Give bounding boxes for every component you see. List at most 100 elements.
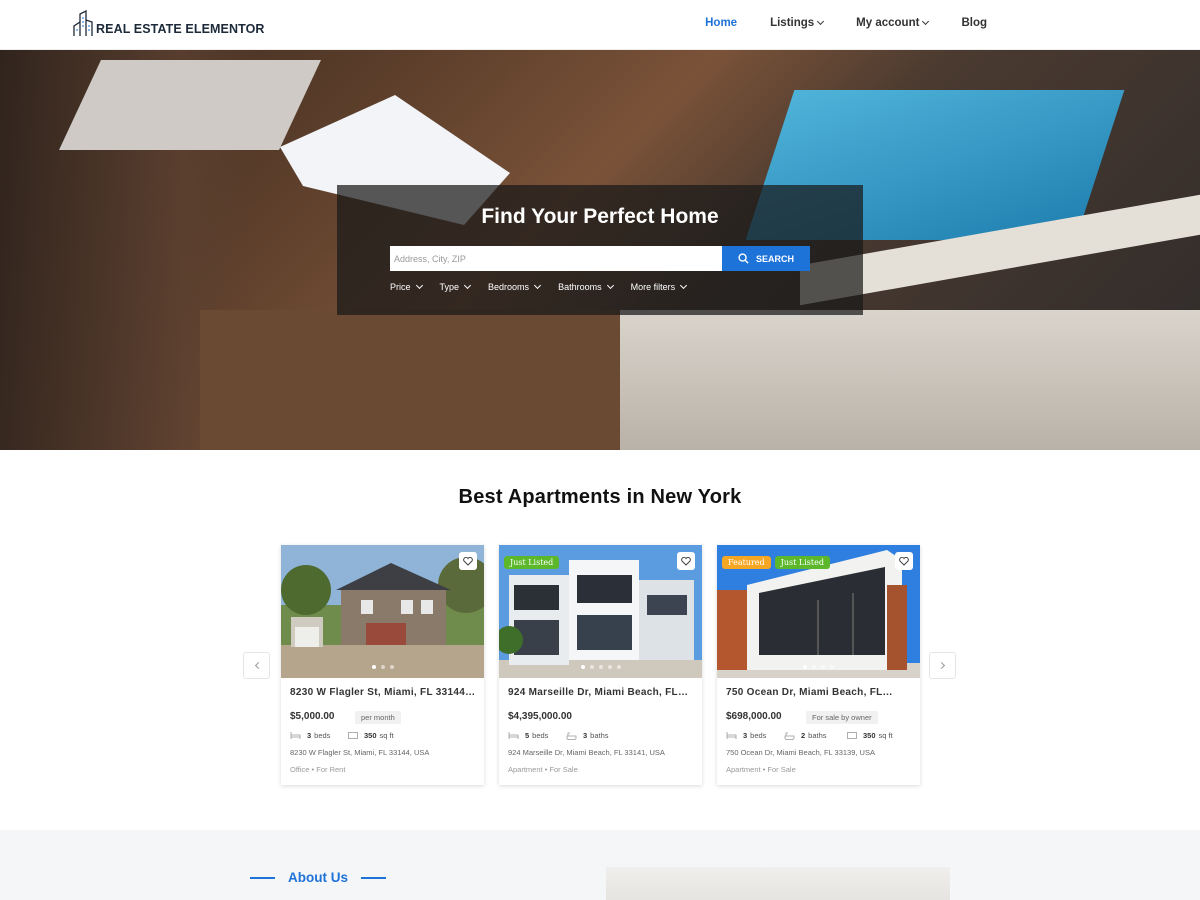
- listing-address: 924 Marseille Dr, Miami Beach, FL 33141,…: [508, 748, 665, 757]
- search-filters: Price Type Bedrooms Bathrooms More filte…: [390, 281, 704, 292]
- nav-home-label: Home: [705, 17, 738, 29]
- nav-my-account-label: My account: [856, 17, 920, 29]
- baths-count: 2: [801, 731, 806, 740]
- listing-photo[interactable]: Just Listed: [499, 545, 702, 678]
- house-photo: [281, 545, 484, 678]
- bed-icon: [726, 732, 737, 739]
- search-placeholder: Address, City, ZIP: [394, 253, 466, 264]
- bath-icon: [566, 732, 577, 740]
- photo-dot[interactable]: [380, 665, 385, 669]
- filter-type-label: Type: [439, 282, 460, 292]
- chevron-left-icon: [254, 661, 262, 670]
- nav-blog[interactable]: Blog: [961, 17, 987, 29]
- favorite-button[interactable]: [895, 552, 913, 570]
- listing-card[interactable]: 8230 W Flagler St, Miami, FL 33144… $5,0…: [281, 545, 484, 785]
- logo-text: REAL ESTATE ELEMENTOR: [96, 22, 265, 36]
- hero-title: Find Your Perfect Home: [481, 205, 719, 228]
- bed-icon: [290, 732, 301, 739]
- search-button[interactable]: SEARCH: [722, 246, 810, 271]
- decorative-line: [250, 876, 275, 879]
- search-button-label: SEARCH: [755, 253, 794, 264]
- chevron-down-icon: [606, 281, 614, 290]
- chevron-down-icon: [817, 17, 825, 26]
- hero-bg-awning: [59, 60, 321, 150]
- listing-title[interactable]: 750 Ocean Dr, Miami Beach, FL…: [726, 687, 916, 698]
- beds-label: beds: [750, 731, 767, 740]
- beds-info: 3 beds: [290, 731, 330, 740]
- listing-card[interactable]: Featured Just Listed 750 Ocean Dr, Miami…: [717, 545, 920, 785]
- search-input[interactable]: Address, City, ZIP: [390, 246, 722, 271]
- listing-photo[interactable]: [281, 545, 484, 678]
- listing-address: 750 Ocean Dr, Miami Beach, FL 33139, USA: [726, 748, 875, 757]
- hero-bg-deck: [200, 310, 650, 450]
- about-label: About Us: [288, 870, 348, 885]
- price-tag: For sale by owner: [806, 711, 878, 724]
- area-value: 350: [863, 731, 876, 740]
- filter-bathrooms[interactable]: Bathrooms: [558, 281, 614, 292]
- photo-dot[interactable]: [616, 665, 621, 669]
- area-label: sq ft: [878, 731, 893, 740]
- photo-dot[interactable]: [821, 665, 825, 669]
- photo-dot[interactable]: [803, 665, 807, 669]
- filter-price[interactable]: Price: [390, 281, 423, 292]
- photo-dots: [499, 665, 702, 669]
- area-value: 350: [364, 731, 377, 740]
- beds-label: beds: [314, 731, 331, 740]
- favorite-button[interactable]: [459, 552, 477, 570]
- nav-listings[interactable]: Listings: [770, 17, 825, 29]
- baths-label: baths: [808, 731, 827, 740]
- beds-info: 5 beds: [508, 731, 548, 740]
- favorite-button[interactable]: [677, 552, 695, 570]
- nav-home[interactable]: Home: [705, 17, 737, 29]
- chevron-down-icon: [680, 281, 688, 290]
- filter-type[interactable]: Type: [439, 281, 472, 292]
- photo-dot[interactable]: [389, 665, 394, 669]
- about-section: About Us: [0, 830, 1200, 900]
- site-logo[interactable]: REAL ESTATE ELEMENTOR: [72, 10, 265, 36]
- area-label: sq ft: [379, 731, 394, 740]
- photo-dot[interactable]: [830, 665, 834, 669]
- filter-more[interactable]: More filters: [631, 281, 688, 292]
- listing-card[interactable]: Just Listed 924 Marseille Dr, Miami Beac…: [499, 545, 702, 785]
- nav-my-account[interactable]: My account: [856, 17, 930, 29]
- filter-bedrooms[interactable]: Bedrooms: [488, 281, 542, 292]
- baths-count: 3: [583, 731, 588, 740]
- search-panel: Find Your Perfect Home Address, City, ZI…: [337, 185, 863, 315]
- heart-icon: [899, 556, 909, 566]
- listing-price: $698,000.00: [726, 711, 782, 722]
- photo-dot[interactable]: [371, 665, 376, 669]
- listing-title[interactable]: 924 Marseille Dr, Miami Beach, FL…: [508, 687, 698, 698]
- just-listed-badge: Just Listed: [504, 556, 560, 569]
- beds-info: 3 beds: [726, 731, 766, 740]
- section-title: Best Apartments in New York: [458, 486, 742, 508]
- baths-info: 3 baths: [566, 731, 609, 740]
- listing-photo[interactable]: Featured Just Listed: [717, 545, 920, 678]
- area-info: 350 sq ft: [348, 731, 394, 740]
- filter-price-label: Price: [390, 282, 411, 292]
- chevron-down-icon: [463, 281, 472, 290]
- about-image: [606, 867, 950, 900]
- building-logo-icon: [73, 10, 93, 36]
- chevron-down-icon: [534, 281, 542, 290]
- photo-dot[interactable]: [812, 665, 816, 669]
- photo-dot[interactable]: [598, 665, 603, 669]
- beds-count: 3: [743, 731, 748, 740]
- listing-meta: Apartment • For Sale: [508, 765, 578, 774]
- photo-dots: [281, 665, 484, 669]
- chevron-down-icon: [415, 281, 423, 290]
- chevron-right-icon: [937, 661, 945, 670]
- site-header: REAL ESTATE ELEMENTOR Home Listings My a…: [0, 0, 1200, 50]
- carousel-prev-button[interactable]: [243, 652, 270, 679]
- carousel-next-button[interactable]: [929, 652, 956, 679]
- photo-dot[interactable]: [607, 665, 612, 669]
- baths-info: 2 baths: [784, 731, 827, 740]
- listing-title[interactable]: 8230 W Flagler St, Miami, FL 33144…: [290, 687, 480, 698]
- photo-dot[interactable]: [580, 665, 585, 669]
- photo-dot[interactable]: [589, 665, 594, 669]
- search-icon: [738, 253, 749, 264]
- photo-dots: [717, 665, 920, 669]
- filter-bathrooms-label: Bathrooms: [558, 282, 602, 292]
- about-heading: About Us: [250, 870, 386, 885]
- listing-badges: Just Listed: [504, 556, 560, 569]
- nav-listings-label: Listings: [770, 17, 815, 29]
